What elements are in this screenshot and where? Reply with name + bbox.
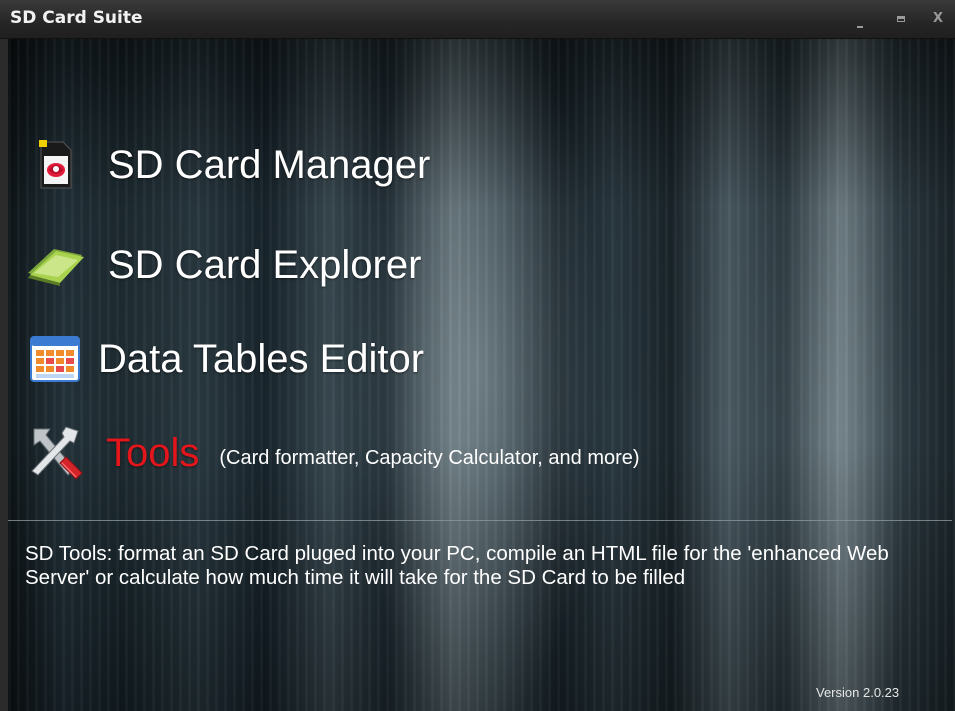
title-bar[interactable]: SD Card Suite X — [0, 0, 955, 39]
window-title: SD Card Suite — [10, 8, 143, 28]
menu-item-label: Data Tables Editor — [98, 336, 425, 381]
main-panel: SD Card Manager SD Card Explorer Data Ta… — [8, 39, 955, 711]
table-icon — [24, 329, 86, 389]
app-window: SD Card Suite X SD Card Manager SD Card … — [0, 0, 955, 711]
menu-item-label: Tools — [106, 430, 200, 475]
menu-item-tools[interactable]: Tools (Card formatter, Capacity Calculat… — [24, 423, 640, 483]
menu-item-label: SD Card Manager — [108, 142, 431, 187]
tools-icon — [24, 423, 86, 483]
menu-item-sublabel: (Card formatter, Capacity Calculator, an… — [219, 446, 640, 469]
minimize-button[interactable] — [849, 8, 871, 30]
minimize-icon — [857, 26, 863, 28]
divider — [8, 520, 952, 521]
description-text: SD Tools: format an SD Card pluged into … — [25, 542, 889, 589]
menu-item-data-tables-editor[interactable]: Data Tables Editor — [24, 329, 424, 389]
maximize-icon — [897, 16, 905, 22]
close-icon: X — [932, 11, 944, 26]
folder-icon — [24, 235, 86, 295]
menu-item-label: SD Card Explorer — [108, 242, 422, 287]
sd-card-icon — [24, 135, 86, 195]
version-label: Version 2.0.23 — [816, 685, 900, 700]
menu-item-sd-card-manager[interactable]: SD Card Manager — [24, 135, 430, 195]
close-button[interactable]: X — [927, 8, 949, 30]
maximize-button[interactable] — [890, 8, 912, 30]
menu-item-sd-card-explorer[interactable]: SD Card Explorer — [24, 235, 421, 295]
